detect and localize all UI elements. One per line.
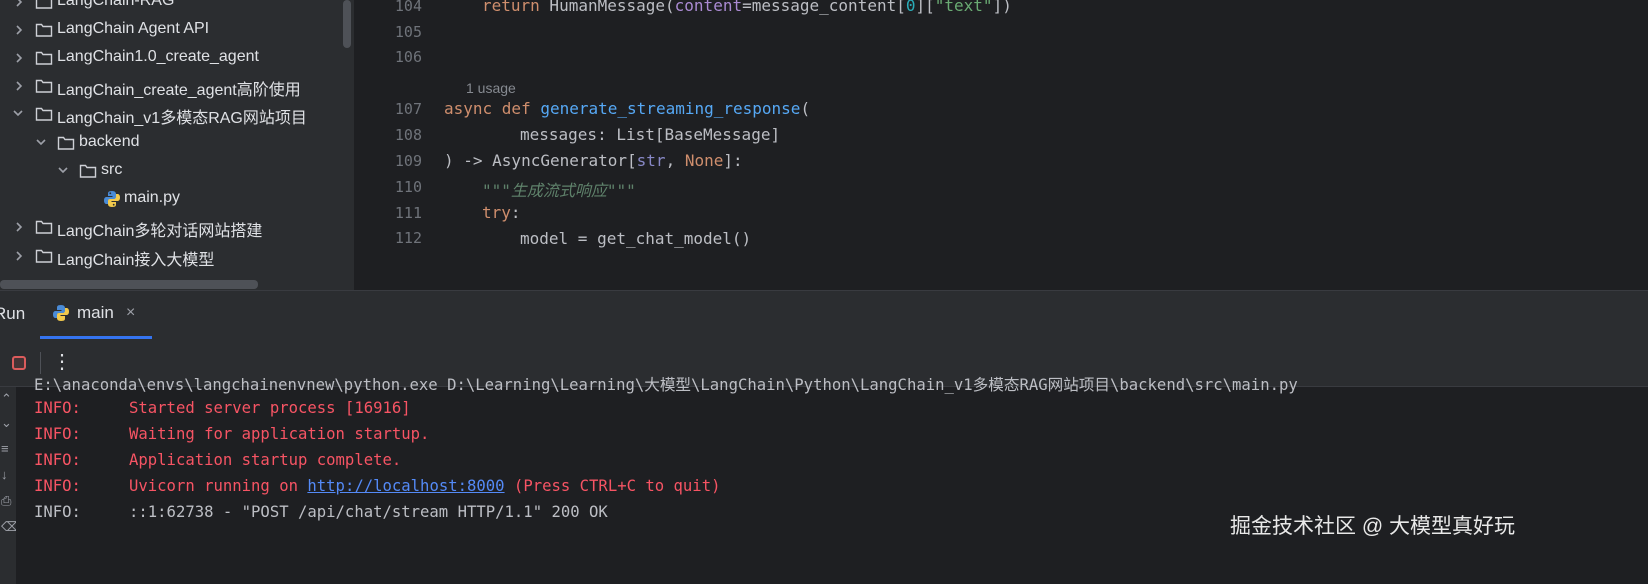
chevron-right-icon[interactable]: [14, 24, 24, 36]
strip-icon[interactable]: ⎙: [1, 493, 11, 509]
line-number-gutter: 104 105 106 107 108 109 110 111 112: [354, 0, 424, 290]
more-options-icon[interactable]: ⋮: [52, 348, 72, 376]
tab-main[interactable]: main ×: [40, 291, 154, 339]
run-tool-window-header: Run main ×: [0, 290, 1648, 340]
console-line: INFO: Started server process [16916]: [34, 399, 411, 417]
code-line-111: try:: [482, 203, 521, 222]
chevron-down-icon[interactable]: [12, 108, 24, 118]
stop-button[interactable]: [12, 356, 26, 370]
watermark: 掘金技术社区 @ 大模型真好玩: [1230, 515, 1515, 538]
run-side-toolbar: ⌃ ⌄ ≡ ↓ ⎙ ⌫: [0, 387, 19, 584]
tree-item-backend[interactable]: backend: [0, 128, 340, 158]
folder-icon: [57, 135, 75, 151]
strip-icon[interactable]: ≡: [1, 441, 9, 456]
folder-icon: [35, 78, 53, 94]
line-number: 108: [394, 126, 422, 144]
line-number: 107: [394, 100, 422, 118]
console-line-request: INFO:::1:62738 - "POST /api/chat/stream …: [34, 503, 608, 521]
tree-item-main-py[interactable]: main.py: [0, 184, 340, 214]
python-file-icon: [103, 190, 121, 208]
tree-item-langchain-llm-integration[interactable]: LangChain接入大模型: [0, 241, 340, 271]
active-tab-indicator: [40, 336, 152, 339]
folder-icon: [35, 106, 53, 122]
chevron-right-icon[interactable]: [14, 52, 24, 64]
chevron-right-icon[interactable]: [14, 221, 24, 233]
tree-item-label: src: [101, 161, 123, 178]
code-line-107: async def generate_streaming_response(: [444, 99, 811, 118]
python-run-icon: [52, 304, 70, 327]
folder-icon: [35, 248, 53, 264]
chevron-down-icon[interactable]: [57, 165, 69, 175]
tree-horizontal-scrollbar[interactable]: [0, 280, 258, 289]
tree-item-label: LangChain1.0_create_agent: [57, 48, 259, 65]
tree-item-label: LangChain多轮对话网站搭建: [57, 223, 263, 240]
strip-icon[interactable]: ⌄: [1, 415, 12, 431]
tree-item-label: LangChain_v1多模态RAG网站项目: [57, 110, 307, 127]
chevron-right-icon[interactable]: [14, 0, 24, 8]
close-tab-icon[interactable]: ×: [126, 304, 135, 322]
console-line: INFO: Waiting for application startup.: [34, 425, 430, 443]
console-output[interactable]: E:\anaconda\envs\langchainenvnew\python.…: [16, 376, 1648, 584]
tree-item-langchain-multiturn-chat[interactable]: LangChain多轮对话网站搭建: [0, 212, 340, 242]
line-number: 110: [394, 178, 422, 196]
tree-vertical-scrollbar[interactable]: [343, 0, 351, 48]
chevron-right-icon[interactable]: [14, 250, 24, 262]
strip-icon[interactable]: ⌃: [1, 391, 12, 407]
line-number: 109: [394, 152, 422, 170]
folder-icon: [35, 0, 53, 10]
tree-item-label: LangChain-RAG: [57, 0, 175, 9]
chevron-right-icon[interactable]: [14, 80, 24, 92]
tab-label: main: [77, 303, 114, 322]
line-number: 105: [394, 23, 422, 41]
tree-item-langchain-agent-api[interactable]: LangChain Agent API: [0, 15, 340, 45]
code-line-109: ) -> AsyncGenerator[str, None]:: [444, 151, 743, 170]
project-tree: LangChain-RAG LangChain Agent API LangCh…: [0, 0, 354, 290]
usage-hint[interactable]: 1 usage: [466, 80, 516, 96]
code-line-108: messages: List[BaseMessage]: [520, 125, 781, 144]
code-line-104: return HumanMessage(content=message_cont…: [482, 0, 1012, 15]
code-line-110: """生成流式响应""": [482, 181, 636, 200]
tree-item-label: LangChain_create_agent高阶使用: [57, 82, 301, 99]
run-window-title: Run: [0, 304, 26, 323]
tree-item-langchain-create-agent-advanced[interactable]: LangChain_create_agent高阶使用: [0, 71, 340, 101]
editor-bottom-area: [354, 254, 1648, 290]
toolbar-divider: [40, 352, 41, 374]
tree-item-label: main.py: [124, 189, 181, 206]
localhost-link[interactable]: http://localhost:8000: [307, 477, 504, 495]
tree-item-label: LangChain接入大模型: [57, 252, 215, 269]
console-command-line: E:\anaconda\envs\langchainenvnew\python.…: [34, 376, 1298, 394]
tree-item-label: backend: [79, 133, 140, 150]
code-line-112: model = get_chat_model(): [520, 229, 752, 248]
folder-icon: [35, 219, 53, 235]
folder-icon: [35, 22, 53, 38]
chevron-down-icon[interactable]: [35, 137, 47, 147]
tree-item-src[interactable]: src: [0, 156, 340, 186]
console-line: INFO: Application startup complete.: [34, 451, 402, 469]
strip-icon[interactable]: ↓: [1, 467, 8, 482]
line-number: 111: [394, 204, 422, 222]
folder-icon: [79, 163, 97, 179]
tree-item-langchain-v1-rag-project[interactable]: LangChain_v1多模态RAG网站项目: [0, 99, 340, 129]
line-number: 104: [394, 0, 422, 15]
folder-icon: [35, 50, 53, 66]
tree-item-label: LangChain Agent API: [57, 20, 210, 37]
line-number: 112: [394, 229, 422, 247]
line-number: 106: [394, 48, 422, 66]
tree-item-langchain1-create-agent[interactable]: LangChain1.0_create_agent: [0, 43, 340, 73]
code-editor[interactable]: 104 105 106 107 108 109 110 111 112 retu…: [354, 0, 1648, 290]
console-line-uvicorn: INFO: Uvicorn running on http://localhost…: [34, 477, 721, 495]
